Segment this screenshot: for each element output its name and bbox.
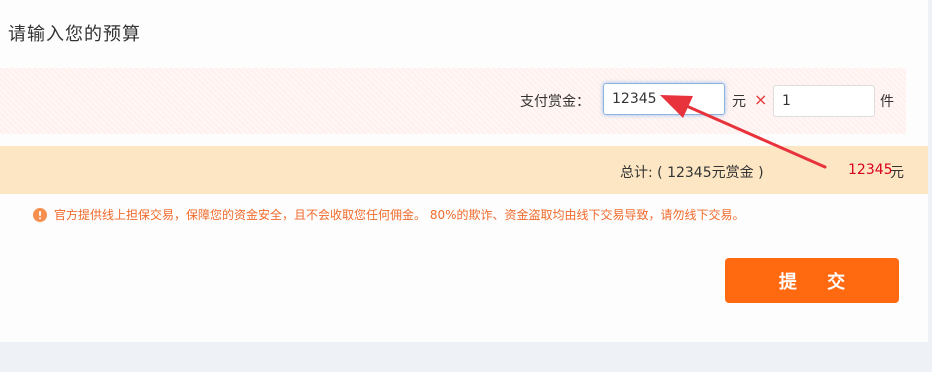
budget-card: 请输入您的预算 支付赏金： 元 × 件 总计: ( 12345元赏金 ) 123…	[0, 0, 928, 342]
total-unit: 元	[890, 165, 904, 181]
reward-unit-label: 元	[732, 94, 746, 110]
quantity-unit-label: 件	[880, 94, 894, 110]
quantity-input[interactable]	[773, 85, 875, 117]
total-bar: 总计: ( 12345元赏金 ) 12345 元	[0, 146, 928, 194]
reward-amount-input[interactable]	[603, 83, 725, 115]
multiply-icon: ×	[754, 90, 768, 109]
total-label: 总计: ( 12345元赏金 )	[620, 165, 764, 181]
safety-notice: 官方提供线上担保交易，保障您的资金安全，且不会收取您任何佣金。 80%的欺诈、资…	[33, 206, 745, 223]
submit-button[interactable]: 提 交	[725, 258, 899, 303]
budget-row: 支付赏金： 元 × 件	[0, 68, 906, 134]
safety-notice-text: 官方提供线上担保交易，保障您的资金安全，且不会收取您任何佣金。 80%的欺诈、资…	[54, 208, 745, 222]
total-amount: 12345	[848, 162, 893, 178]
warning-circle-icon	[33, 207, 47, 222]
page-title: 请输入您的预算	[8, 24, 141, 45]
reward-label: 支付赏金：	[520, 94, 590, 110]
